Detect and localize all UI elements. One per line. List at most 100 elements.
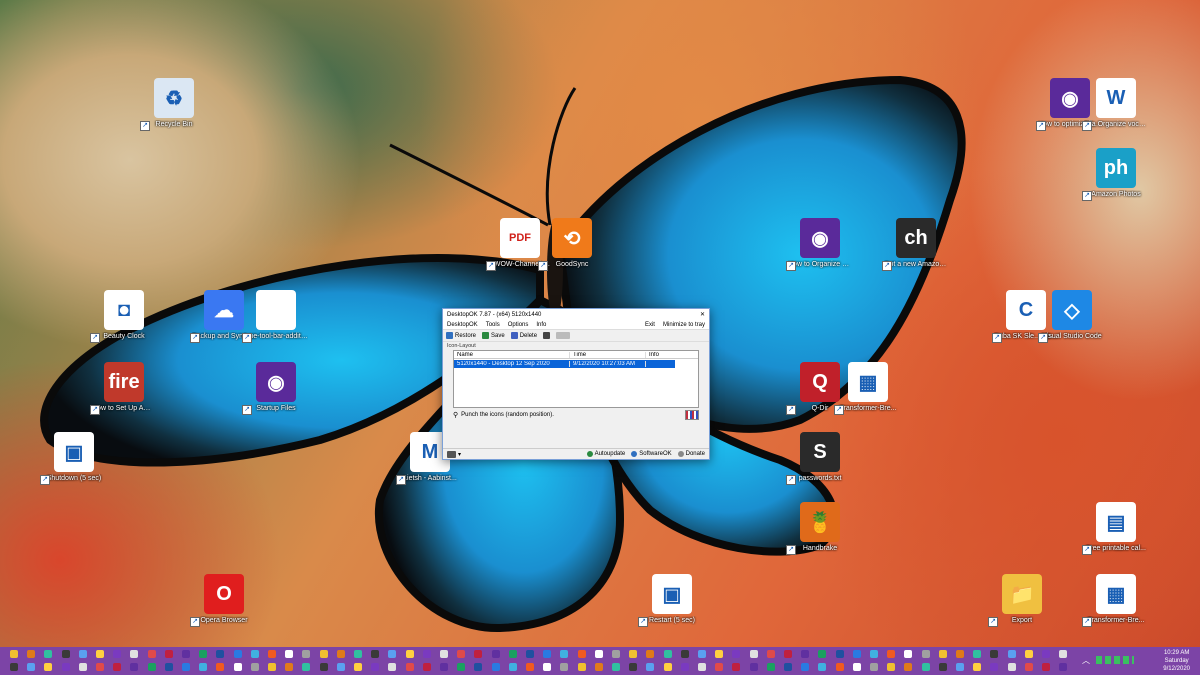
taskbar-app-icon[interactable] [560, 650, 569, 658]
desktop-icon-chit-doc[interactable]: ch ↗Got a new Amazon Fire TV stick mm... [882, 218, 948, 271]
desktop-icon-blank-file[interactable]: ↗type-tool-bar-addition-admin... [242, 290, 308, 343]
taskbar-app-icon[interactable] [233, 650, 242, 658]
taskbar-app-icon[interactable] [887, 650, 896, 658]
taskbar-app-icon[interactable] [870, 650, 878, 658]
taskbar-app-icon[interactable] [78, 663, 87, 671]
desktop-icon-cleanmgr[interactable]: ◘ ↗ Beauty Clock [90, 290, 156, 343]
taskbar-app-icon[interactable] [818, 663, 827, 671]
taskbar-app-icon[interactable] [354, 650, 362, 658]
taskbar-app-icon[interactable] [543, 663, 552, 671]
taskbar-app-icon[interactable] [491, 663, 500, 671]
desktop-icon-passwords[interactable]: S ↗ passwords.txt [786, 432, 852, 485]
desktopok-window[interactable]: DesktopOK 7.87 - (x64) 5120x1440 ✕ Deskt… [442, 308, 710, 460]
tray-chevron-icon[interactable]: ︿ [1082, 655, 1090, 666]
taskbar-app-icon[interactable] [216, 663, 225, 671]
taskbar-app-icon[interactable] [921, 650, 930, 658]
taskbar-app-icon[interactable] [508, 663, 517, 671]
taskbar-app-icon[interactable] [164, 650, 173, 658]
donate-link[interactable]: Donate [677, 451, 705, 457]
taskbar-app-icon[interactable] [835, 650, 844, 658]
taskbar-app-icon[interactable] [113, 663, 122, 671]
taskbar-app-icon[interactable] [715, 650, 724, 658]
taskbar-app-icon[interactable] [629, 650, 638, 658]
menu-options[interactable]: Options [508, 322, 529, 328]
taskbar-app-icon[interactable] [508, 650, 517, 658]
taskbar-app-icon[interactable] [680, 650, 689, 658]
taskbar-app-icon[interactable] [130, 663, 139, 671]
taskbar-app-icon[interactable] [904, 663, 913, 671]
taskbar-app-icon[interactable] [990, 663, 999, 671]
taskbar-app-icon[interactable] [78, 650, 87, 658]
taskbar-app-icon[interactable] [250, 663, 259, 671]
col-time[interactable]: Time [570, 351, 646, 358]
menu-info[interactable]: Info [536, 322, 546, 328]
taskbar-app-icon[interactable] [990, 650, 999, 658]
taskbar-app-icon[interactable] [388, 663, 397, 671]
taskbar-app-icon[interactable] [766, 650, 775, 658]
taskbar-app-icon[interactable] [336, 663, 345, 671]
taskbar-app-icon[interactable] [319, 663, 328, 671]
taskbar-app-icon[interactable] [199, 663, 208, 671]
punch-option[interactable]: ⚲ Punch the icons (random position). [443, 408, 709, 422]
taskbar-app-icon[interactable] [302, 650, 311, 658]
taskbar-app-icon[interactable] [422, 663, 431, 671]
desktop-icon-handbrake[interactable]: 🍍 ↗ Handbrake [786, 502, 852, 555]
desktop-icon-transformer-1[interactable]: ▦ ↗ Transformer-Bre... [834, 362, 900, 415]
taskbar-app-icon[interactable] [302, 663, 311, 671]
taskbar-app-icon[interactable] [1007, 650, 1016, 658]
taskbar-app-icon[interactable] [594, 663, 603, 671]
save-button[interactable]: Save [482, 332, 505, 339]
taskbar-app-icon[interactable] [732, 650, 741, 658]
taskbar-app-icon[interactable] [1042, 663, 1050, 671]
desktop-icon-recycle-bin[interactable]: ♻ ↗ Recycle Bin [140, 78, 206, 131]
taskbar-app-icon[interactable] [801, 663, 810, 671]
menu-desktopok[interactable]: DesktopOK [447, 322, 478, 328]
taskbar-app-icon[interactable] [887, 663, 896, 671]
taskbar-app-icon[interactable] [835, 663, 844, 671]
taskbar-app-icon[interactable] [956, 663, 964, 671]
taskbar-app-icon[interactable] [784, 663, 792, 671]
taskbar-app-icon[interactable] [852, 650, 861, 658]
taskbar-app-icon[interactable] [354, 663, 362, 671]
taskbar-app-icon[interactable] [250, 650, 259, 658]
taskbar-app-icon[interactable] [61, 650, 70, 658]
taskbar-app-icon[interactable] [904, 650, 913, 658]
taskbar-app-icon[interactable] [10, 663, 18, 671]
menu-minimize-tray[interactable]: Minimize to tray [663, 322, 705, 328]
taskbar-app-icon[interactable] [405, 663, 414, 671]
taskbar-app-icon[interactable] [543, 650, 552, 658]
taskbar-app-icon[interactable] [268, 650, 276, 658]
taskbar-app-icon[interactable] [96, 663, 104, 671]
taskbar-app-icon[interactable] [732, 663, 741, 671]
tray-icons[interactable] [1096, 656, 1134, 664]
taskbar-app-icon[interactable] [921, 663, 930, 671]
layout-list[interactable]: Name Time Info 5120x1440 - Desktop 12 Se… [453, 350, 699, 408]
restore-button[interactable]: Restore [446, 332, 476, 339]
chart-icon[interactable] [543, 332, 551, 339]
taskbar-app-icon[interactable] [938, 663, 947, 671]
softwareok-link[interactable]: SoftwareOK [631, 451, 672, 457]
taskbar-app-icon[interactable] [698, 663, 706, 671]
taskbar-app-icon[interactable] [440, 650, 448, 658]
taskbar-app-icon[interactable] [1042, 650, 1050, 658]
taskbar-app-icon[interactable] [371, 663, 380, 671]
taskbar-app-icon[interactable] [663, 663, 672, 671]
taskbar-app-icon[interactable] [870, 663, 878, 671]
taskbar-app-icon[interactable] [96, 650, 104, 658]
taskbar-app-icon[interactable] [319, 650, 328, 658]
taskbar-app-icon[interactable] [526, 650, 534, 658]
taskbar-app-icon[interactable] [577, 650, 586, 658]
taskbar-app-icon[interactable] [1059, 663, 1068, 671]
desktop-icon-export-folder[interactable]: 📁 ↗ Export [988, 574, 1054, 627]
taskbar-app-icon[interactable] [1059, 650, 1068, 658]
taskbar-app-icon[interactable] [766, 663, 775, 671]
taskbar-app-icon[interactable] [938, 650, 947, 658]
taskbar-app-icon[interactable] [973, 663, 982, 671]
taskbar-app-icon[interactable] [474, 663, 483, 671]
col-info[interactable]: Info [646, 352, 675, 358]
taskbar-app-icon[interactable] [371, 650, 380, 658]
taskbar-app-icon[interactable] [422, 650, 431, 658]
taskbar-app-icon[interactable] [457, 663, 466, 671]
taskbar-app-icon[interactable] [44, 663, 53, 671]
col-name[interactable]: Name [454, 351, 570, 358]
